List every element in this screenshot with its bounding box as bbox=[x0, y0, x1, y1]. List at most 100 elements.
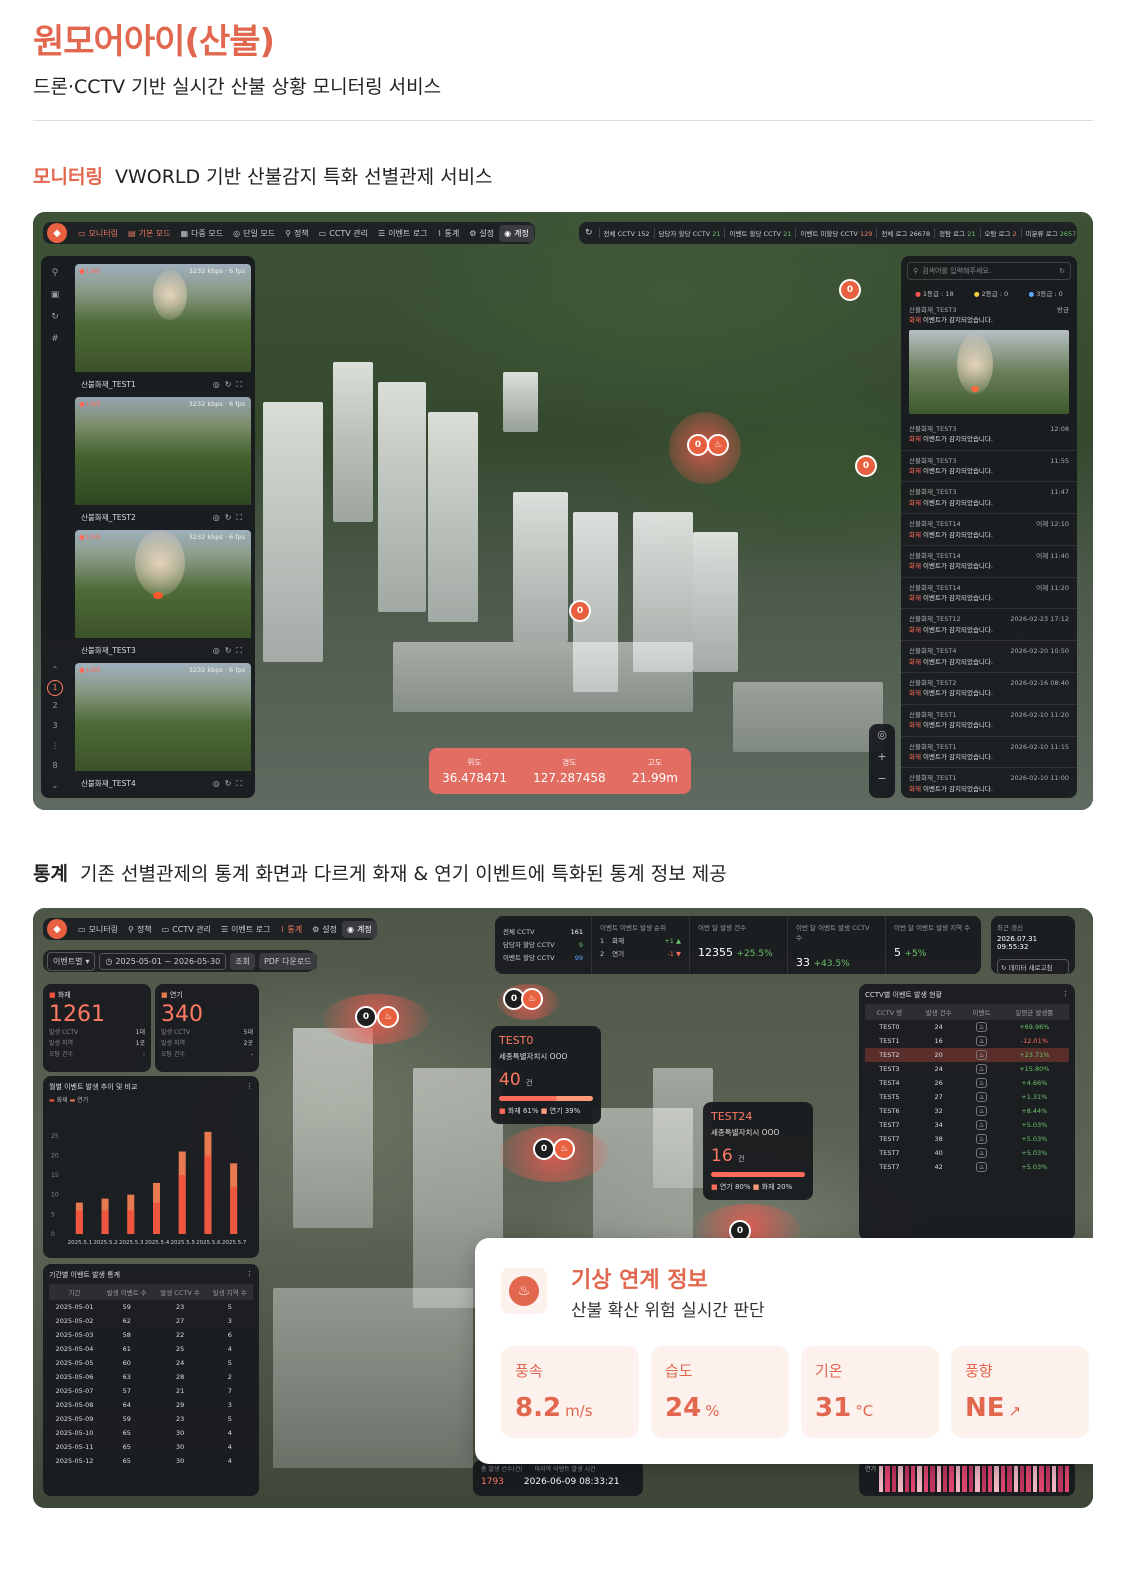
search-button[interactable]: 조회 bbox=[230, 952, 255, 970]
event-marker[interactable]: 0 bbox=[569, 600, 591, 622]
table-row[interactable]: 2025-05-06 63 28 2 bbox=[49, 1370, 253, 1384]
bar-연기-2025.5.6[interactable] bbox=[204, 1155, 212, 1234]
nav-monitoring[interactable]: ▭ 모니터링 bbox=[73, 921, 123, 938]
level2-count[interactable]: ● 2등급 : 0 bbox=[974, 288, 1008, 298]
column-header[interactable]: 발생 지역 수 bbox=[207, 1284, 253, 1300]
bar-연기-2025.5.7[interactable] bbox=[230, 1186, 238, 1234]
fullscreen-icon[interactable]: ⛶ bbox=[236, 779, 247, 788]
table-row[interactable]: 2025-05-11 65 30 4 bbox=[49, 1440, 253, 1454]
refresh-icon[interactable]: ↻ bbox=[225, 513, 237, 522]
nav-policy[interactable]: ⚲ 정책 bbox=[280, 225, 314, 242]
timeline-cell[interactable] bbox=[1026, 1466, 1031, 1492]
column-header[interactable]: 발생 건수 bbox=[914, 1004, 964, 1020]
table-row[interactable]: 2025-05-03 58 22 6 bbox=[49, 1328, 253, 1342]
table-row[interactable]: 2025-05-02 62 27 3 bbox=[49, 1314, 253, 1328]
table-row[interactable]: TEST7 40 ♨ +5.03% bbox=[865, 1146, 1069, 1160]
nav-stats[interactable]: ⌇ 통계 bbox=[275, 921, 307, 938]
camera-tile[interactable]: ● LIVE 3232 kbps · 6 fps 산불화재_TEST1 ◎↻⛶ bbox=[75, 264, 251, 392]
table-row[interactable]: TEST0 24 ♨ +69.96% bbox=[865, 1020, 1069, 1034]
event-marker[interactable]: 0 bbox=[839, 279, 861, 301]
column-header[interactable]: 발생 이벤트 수 bbox=[100, 1284, 154, 1300]
chevron-down-icon[interactable]: ⌄ bbox=[47, 776, 63, 796]
pdf-download-button[interactable]: PDF 다운로드 bbox=[258, 952, 317, 970]
zoom-out-button[interactable]: − bbox=[869, 768, 895, 790]
more-icon[interactable]: ⋮ bbox=[1062, 990, 1069, 1000]
event-item[interactable]: 산불화재_TEST3 11:55 화재 이벤트가 감지되었습니다. bbox=[901, 451, 1077, 483]
event-item[interactable]: 산불화재_TEST3 11:47 화재 이벤트가 감지되었습니다. bbox=[901, 482, 1077, 515]
table-row[interactable]: TEST4 26 ♨ +4.66% bbox=[865, 1076, 1069, 1090]
level1-count[interactable]: ● 1등급 : 18 bbox=[915, 288, 953, 298]
timeline-cell[interactable] bbox=[930, 1466, 935, 1492]
fire-icon[interactable]: ♨ bbox=[707, 434, 729, 456]
camera-tile[interactable]: ● LIVE 3232 kbps · 6 fps 산불화재_TEST4 ◎↻⛶ bbox=[75, 663, 251, 791]
table-row[interactable]: TEST5 27 ♨ +1.31% bbox=[865, 1090, 1069, 1104]
featured-event[interactable]: 산불화재_TEST3 방금 화재 이벤트가 감지되었습니다. bbox=[901, 300, 1077, 419]
nav-account[interactable]: ◉ 계정 bbox=[342, 920, 377, 938]
bar-연기-2025.5.2[interactable] bbox=[101, 1210, 109, 1234]
snapshot-icon[interactable]: ◎ bbox=[213, 779, 225, 788]
event-item[interactable]: 산불화재_TEST12 2026-02-23 17:12 화재 이벤트가 감지되었습… bbox=[901, 609, 1077, 642]
table-row[interactable]: TEST1 16 ♨ -12.01% bbox=[865, 1034, 1069, 1048]
timeline-cell[interactable] bbox=[994, 1466, 999, 1492]
timeline-cell[interactable] bbox=[949, 1466, 954, 1492]
table-row[interactable]: 2025-05-08 64 29 3 bbox=[49, 1398, 253, 1412]
camera-tile[interactable]: ● LIVE 3232 kbps · 6 fps 산불화재_TEST2 ◎↻⛶ bbox=[75, 397, 251, 525]
bar-연기-2025.5.1[interactable] bbox=[75, 1210, 83, 1234]
event-item[interactable]: 산불화재_TEST1 2026-02-10 11:20 화재 이벤트가 감지되었습니… bbox=[901, 705, 1077, 737]
page-1[interactable]: 1 bbox=[47, 680, 63, 696]
camera-tile[interactable]: ● LIVE 3232 kbps · 6 fps 산불화재_TEST3 ◎↻⛶ bbox=[75, 530, 251, 658]
timeline-cell[interactable] bbox=[917, 1466, 922, 1492]
timeline-cell[interactable] bbox=[904, 1466, 910, 1492]
snapshot-icon[interactable]: ◎ bbox=[213, 513, 225, 522]
timeline-cell[interactable] bbox=[968, 1466, 974, 1492]
fire-icon[interactable]: ♨ bbox=[553, 1138, 575, 1160]
zoom-in-button[interactable]: + bbox=[869, 746, 895, 768]
column-header[interactable]: 이벤트 bbox=[963, 1004, 999, 1020]
column-header[interactable]: 기간 bbox=[49, 1284, 100, 1300]
page-3[interactable]: 3 bbox=[47, 716, 63, 736]
table-row[interactable]: 2025-05-04 61 25 4 bbox=[49, 1342, 253, 1356]
timeline-cell[interactable] bbox=[879, 1466, 884, 1492]
timeline-cell[interactable] bbox=[1058, 1466, 1063, 1492]
nav-cctv[interactable]: ▭ CCTV 관리 bbox=[314, 225, 373, 242]
event-item[interactable]: 산불화재_TEST3 12:08 화재 이벤트가 감지되었습니다. bbox=[901, 419, 1077, 451]
more-icon[interactable]: ⋮ bbox=[246, 1082, 253, 1092]
nav-settings[interactable]: ⚙ 설정 bbox=[307, 921, 342, 938]
hash-icon[interactable]: # bbox=[47, 328, 63, 350]
column-header[interactable]: CCTV 명 bbox=[865, 1004, 914, 1020]
timeline-cell[interactable] bbox=[1000, 1466, 1006, 1492]
event-item[interactable]: 산불화재_TEST2 2026-02-16 08:40 화재 이벤트가 감지되었습니… bbox=[901, 673, 1077, 705]
event-item[interactable]: 산불화재_TEST1 2026-02-10 11:15 화재 이벤트가 감지되었습니… bbox=[901, 737, 1077, 769]
event-marker[interactable]: 0 bbox=[855, 455, 877, 477]
timeline-cell[interactable] bbox=[955, 1466, 961, 1492]
bar-연기-2025.5.5[interactable] bbox=[178, 1175, 186, 1234]
fullscreen-icon[interactable]: ⛶ bbox=[236, 380, 247, 389]
bar-연기-2025.5.4[interactable] bbox=[153, 1202, 160, 1234]
table-row[interactable]: 2025-05-09 59 23 5 bbox=[49, 1412, 253, 1426]
bar-연기-2025.5.3[interactable] bbox=[127, 1210, 135, 1234]
table-row[interactable]: 2025-05-12 65 30 4 bbox=[49, 1454, 253, 1468]
nav-monitoring[interactable]: ▭ 모니터링 bbox=[73, 225, 123, 242]
table-row[interactable]: TEST3 24 ♨ +15.80% bbox=[865, 1062, 1069, 1076]
timeline-cell[interactable] bbox=[987, 1466, 993, 1492]
refresh-icon[interactable]: ↻ bbox=[585, 228, 593, 238]
timeline-cell[interactable] bbox=[981, 1466, 986, 1492]
page-2[interactable]: 2 bbox=[47, 696, 63, 716]
nav-stats[interactable]: ⌇ 통계 bbox=[433, 225, 465, 242]
refresh-icon[interactable]: ↻ bbox=[225, 380, 237, 389]
timeline-cell[interactable] bbox=[936, 1466, 942, 1492]
timeline-cell[interactable] bbox=[943, 1466, 948, 1492]
fire-icon[interactable]: ♨ bbox=[377, 1006, 399, 1028]
table-row[interactable]: 2025-05-07 57 21 7 bbox=[49, 1384, 253, 1398]
table-row[interactable]: TEST7 34 ♨ +5.03% bbox=[865, 1118, 1069, 1132]
table-row[interactable]: TEST6 32 ♨ +8.44% bbox=[865, 1104, 1069, 1118]
page-8[interactable]: 8 bbox=[47, 756, 63, 776]
nav-event-log[interactable]: ☰ 이벤트 로그 bbox=[373, 225, 433, 242]
fullscreen-icon[interactable]: ⛶ bbox=[236, 646, 247, 655]
refresh-icon[interactable]: ↻ bbox=[1059, 267, 1065, 275]
event-marker[interactable]: 0 bbox=[355, 1006, 377, 1028]
table-row[interactable]: 2025-05-10 65 30 4 bbox=[49, 1426, 253, 1440]
timeline-cell[interactable] bbox=[962, 1466, 967, 1492]
nav-account[interactable]: ◉ 계정 bbox=[499, 224, 534, 242]
event-item[interactable]: 산불화재_TEST1 2026-02-10 11:00 화재 이벤트가 감지되었습니… bbox=[901, 768, 1077, 798]
